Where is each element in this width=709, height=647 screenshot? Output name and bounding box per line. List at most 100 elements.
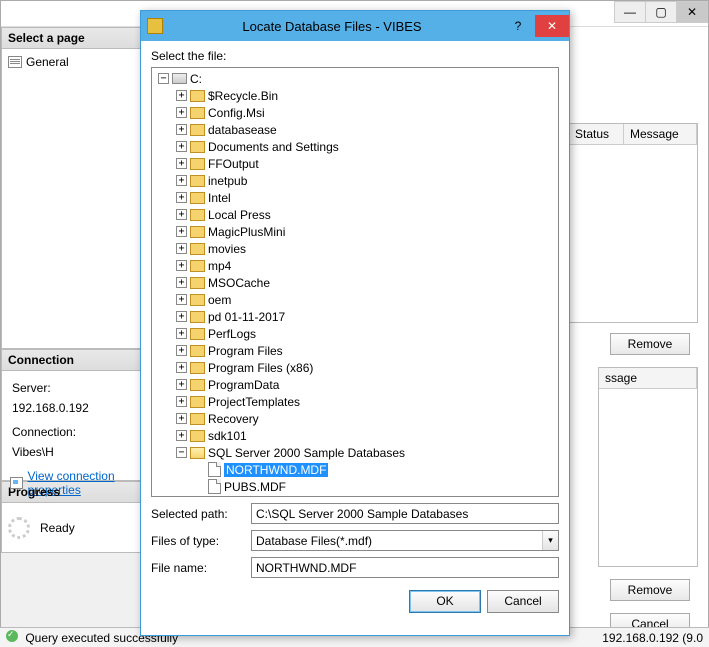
tree-folder[interactable]: + databasease: [152, 121, 558, 138]
tree-label: Config.Msi: [208, 106, 265, 120]
folder-icon: [190, 209, 205, 221]
expand-icon[interactable]: +: [176, 141, 187, 152]
tree-folder[interactable]: + Documents and Settings: [152, 138, 558, 155]
expand-icon[interactable]: +: [176, 107, 187, 118]
folder-icon: [190, 396, 205, 408]
expand-icon[interactable]: +: [176, 413, 187, 424]
collapse-icon[interactable]: −: [158, 73, 169, 84]
tree-folder[interactable]: + Config.Msi: [152, 104, 558, 121]
tree-folder[interactable]: + $Recycle.Bin: [152, 87, 558, 104]
tree-folder[interactable]: +FFOutput: [152, 155, 558, 172]
expand-icon[interactable]: +: [176, 294, 187, 305]
col-message[interactable]: Message: [624, 124, 697, 144]
progress-spinner-icon: [8, 517, 30, 539]
tree-folder[interactable]: +MSOCache: [152, 274, 558, 291]
expand-icon[interactable]: +: [176, 90, 187, 101]
tree-folder[interactable]: +Program Files: [152, 342, 558, 359]
chevron-down-icon: ▾: [542, 531, 558, 550]
collapse-icon[interactable]: −: [176, 447, 187, 458]
tree-label: databasease: [208, 123, 277, 137]
tree-label: ProgramData: [208, 378, 279, 392]
folder-icon: [190, 90, 205, 102]
expand-icon[interactable]: +: [176, 362, 187, 373]
tree-folder[interactable]: +Intel: [152, 189, 558, 206]
tree-file[interactable]: PUBS.MDF: [152, 478, 558, 495]
expand-icon[interactable]: +: [176, 379, 187, 390]
remove-button-1[interactable]: Remove: [610, 333, 690, 355]
folder-icon: [190, 107, 205, 119]
success-icon: [6, 630, 18, 642]
expand-icon[interactable]: +: [176, 277, 187, 288]
expand-icon[interactable]: +: [176, 430, 187, 441]
files-of-type-value: Database Files(*.mdf): [256, 534, 372, 548]
progress-state: Ready: [40, 521, 75, 535]
tree-folder[interactable]: +sdk101: [152, 427, 558, 444]
tree-folder[interactable]: + ProgramData: [152, 376, 558, 393]
file-icon: [208, 462, 221, 477]
file-name-label: File name:: [151, 561, 251, 575]
tree-file[interactable]: NORTHWND.MDF: [152, 461, 558, 478]
expand-icon[interactable]: +: [176, 396, 187, 407]
file-name-value: NORTHWND.MDF: [256, 561, 356, 575]
expand-icon[interactable]: +: [176, 345, 187, 356]
expand-icon[interactable]: +: [176, 192, 187, 203]
expand-icon[interactable]: +: [176, 209, 187, 220]
expand-icon[interactable]: +: [176, 328, 187, 339]
folder-icon: [190, 294, 205, 306]
dialog-close-button[interactable]: ✕: [535, 15, 569, 37]
dialog-title: Locate Database Files - VIBES: [163, 19, 501, 34]
tree-label: movies: [208, 242, 246, 256]
dialog-titlebar[interactable]: Locate Database Files - VIBES ? ✕: [141, 11, 569, 41]
selected-path-label: Selected path:: [151, 507, 251, 521]
tree-label: $Recycle.Bin: [208, 89, 278, 103]
tree-label: SQL Server 2000 Sample Databases: [208, 446, 405, 460]
folder-icon: [190, 328, 205, 340]
close-button[interactable]: ✕: [676, 1, 708, 23]
tree-folder[interactable]: +MagicPlusMini: [152, 223, 558, 240]
expand-icon[interactable]: +: [176, 226, 187, 237]
tree-folder[interactable]: +oem: [152, 291, 558, 308]
files-of-type-combo[interactable]: Database Files(*.mdf) ▾: [251, 530, 559, 551]
col-status[interactable]: Status: [569, 124, 624, 144]
folder-icon: [190, 379, 205, 391]
folder-icon: [190, 362, 205, 374]
expand-icon[interactable]: +: [176, 175, 187, 186]
tree-folder-expanded[interactable]: − SQL Server 2000 Sample Databases: [152, 444, 558, 461]
expand-icon[interactable]: +: [176, 260, 187, 271]
minimize-button[interactable]: —: [614, 1, 646, 23]
tree-folder[interactable]: +ProjectTemplates: [152, 393, 558, 410]
folder-icon: [190, 430, 205, 442]
tree-folder[interactable]: + movies: [152, 240, 558, 257]
expand-icon[interactable]: +: [176, 158, 187, 169]
dialog-help-button[interactable]: ?: [501, 15, 535, 37]
tree-folder[interactable]: +PerfLogs: [152, 325, 558, 342]
col-ssage[interactable]: ssage: [599, 368, 697, 388]
folder-open-icon: [190, 447, 205, 459]
maximize-button[interactable]: ▢: [645, 1, 677, 23]
network-icon: [10, 477, 23, 489]
folder-icon: [190, 192, 205, 204]
file-name-field[interactable]: NORTHWND.MDF: [251, 557, 559, 578]
tree-label: pd 01-11-2017: [208, 310, 285, 324]
tree-folder[interactable]: +SQLServer2016Media: [152, 495, 558, 497]
tree-label: Local Press: [208, 208, 271, 222]
cancel-button[interactable]: Cancel: [487, 590, 559, 613]
selected-path-value: C:\SQL Server 2000 Sample Databases: [256, 507, 468, 521]
tree-folder[interactable]: +inetpub: [152, 172, 558, 189]
expand-icon[interactable]: +: [176, 311, 187, 322]
tree-label: Documents and Settings: [208, 140, 339, 154]
database-icon: [147, 18, 163, 34]
tree-drive-c[interactable]: −C:: [152, 70, 558, 87]
folder-icon: [190, 226, 205, 238]
file-tree[interactable]: −C:+$Recycle.Bin+Config.Msi+databasease+…: [151, 67, 559, 497]
ok-button[interactable]: OK: [409, 590, 481, 613]
remove-button-2[interactable]: Remove: [610, 579, 690, 601]
tree-folder[interactable]: +Recovery: [152, 410, 558, 427]
expand-icon[interactable]: +: [176, 124, 187, 135]
tree-folder[interactable]: +Program Files (x86): [152, 359, 558, 376]
tree-folder[interactable]: +mp4: [152, 257, 558, 274]
tree-folder[interactable]: + pd 01-11-2017: [152, 308, 558, 325]
selected-path-field[interactable]: C:\SQL Server 2000 Sample Databases: [251, 503, 559, 524]
expand-icon[interactable]: +: [176, 243, 187, 254]
tree-folder[interactable]: + Local Press: [152, 206, 558, 223]
